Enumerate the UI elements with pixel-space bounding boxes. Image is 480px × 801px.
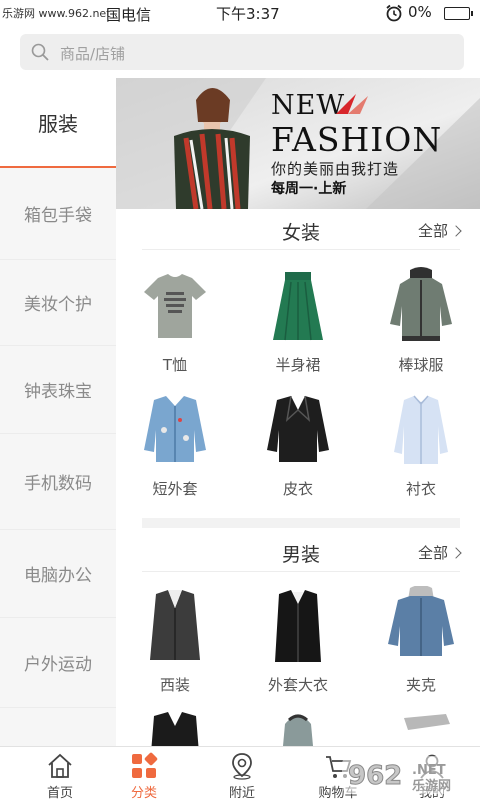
- status-bar: 乐游网 www.962.net 国电信 下午3:37 0%: [0, 0, 480, 26]
- banner-headline-fashion: FASHION: [271, 120, 443, 159]
- view-all-link[interactable]: 全部: [417, 220, 462, 241]
- category-icon: [132, 752, 158, 778]
- tab-nearby[interactable]: 附近: [194, 747, 290, 801]
- view-all-label: 全部: [417, 222, 448, 240]
- svg-text:962: 962: [348, 761, 402, 791]
- category-item-label: 棒球服: [398, 356, 444, 374]
- trousers-image: [404, 714, 450, 730]
- sidebar-item-digital[interactable]: 手机数码: [0, 434, 116, 530]
- category-item-label: 外套大衣: [267, 676, 328, 694]
- overcoat-image: [275, 590, 321, 662]
- shirt-image: [394, 395, 448, 464]
- category-item-skirt[interactable]: 半身裙: [239, 266, 357, 390]
- sidebar-item-clothing[interactable]: 服装: [0, 78, 116, 168]
- svg-text:乐游网: 乐游网: [412, 778, 451, 794]
- tab-category[interactable]: 分类: [96, 747, 192, 801]
- category-item-shirt[interactable]: 衬衣: [362, 390, 480, 514]
- tab-label: 首页: [46, 786, 73, 801]
- category-item-partial[interactable]: [116, 710, 234, 746]
- banner-tagline: 你的美丽由我打造: [271, 160, 400, 178]
- banner-accent-mark: [336, 94, 368, 114]
- section-header-womens: 女装 全部: [142, 210, 462, 250]
- category-sidebar: 服装 箱包手袋 美妆个护 钟表珠宝 手机数码 电脑办公 户外运动: [0, 78, 116, 746]
- baseball-jacket-image: [390, 267, 452, 341]
- watermark-text: 乐游网 www.962.net: [2, 7, 111, 20]
- section-title: 男装: [281, 544, 320, 566]
- sidebar-item-label: 钟表珠宝: [24, 382, 92, 402]
- category-item-short-jacket[interactable]: 短外套: [116, 390, 234, 514]
- tab-label: 分类: [130, 786, 157, 801]
- sidebar-item-label: 美妆个护: [24, 295, 92, 315]
- tab-home[interactable]: 首页: [12, 747, 108, 801]
- search-placeholder: 商品/店铺: [60, 45, 126, 63]
- sidebar-item-label: 电脑办公: [24, 566, 92, 586]
- battery-percent: 0%: [408, 3, 432, 21]
- category-item-label: T恤: [162, 356, 188, 374]
- suit-image: [150, 590, 200, 660]
- category-item-partial[interactable]: [362, 710, 480, 746]
- sidebar-item-bags[interactable]: 箱包手袋: [0, 168, 116, 260]
- category-item-jacket[interactable]: 夹克: [362, 586, 480, 710]
- search-input[interactable]: 商品/店铺: [20, 34, 464, 70]
- chevron-right-icon: [450, 547, 462, 559]
- category-content: NEW FASHION 你的美丽由我打造 每周一·上新 女装 全部 T恤 半身裙: [116, 78, 480, 746]
- promo-banner[interactable]: NEW FASHION 你的美丽由我打造 每周一·上新: [116, 78, 480, 210]
- search-icon: [31, 43, 49, 61]
- search-bar-area: 商品/店铺: [0, 26, 480, 78]
- category-item-tshirt[interactable]: T恤: [116, 266, 234, 390]
- category-item-label: 西装: [159, 676, 190, 694]
- section-divider: [142, 518, 460, 528]
- sidebar-item-label: 服装: [38, 111, 78, 136]
- view-all-link[interactable]: 全部: [417, 542, 462, 563]
- view-all-label: 全部: [417, 544, 448, 562]
- sidebar-item-computer[interactable]: 电脑办公: [0, 530, 116, 618]
- category-item-label: 夹克: [405, 676, 436, 694]
- svg-text:.NET: .NET: [412, 763, 446, 778]
- skirt-image: [273, 272, 323, 341]
- category-item-label: 衬衣: [405, 480, 436, 498]
- sidebar-item-watches[interactable]: 钟表珠宝: [0, 346, 116, 434]
- location-icon: [232, 753, 252, 780]
- category-item-baseball-jacket[interactable]: 棒球服: [362, 266, 480, 390]
- carrier-name: 国电信: [106, 6, 152, 24]
- category-item-leather-jacket[interactable]: 皮衣: [239, 390, 357, 514]
- category-item-suit[interactable]: 西装: [116, 586, 234, 710]
- leather-jacket-image: [151, 712, 199, 746]
- category-item-label: 短外套: [152, 480, 198, 498]
- battery-icon: [444, 7, 473, 20]
- sidebar-item-label: 手机数码: [24, 474, 92, 494]
- tshirt-image: [144, 274, 206, 338]
- section-title: 女装: [281, 222, 320, 244]
- hoodie-image: [283, 714, 313, 746]
- section-header-mens: 男装 全部: [142, 532, 462, 572]
- sidebar-item-beauty[interactable]: 美妆个护: [0, 260, 116, 346]
- leather-jacket-image: [267, 395, 329, 462]
- banner-subtitle: 每周一·上新: [271, 181, 347, 197]
- sidebar-item-outdoor[interactable]: 户外运动: [0, 618, 116, 708]
- denim-jacket-image: [144, 396, 206, 462]
- chevron-right-icon: [450, 225, 462, 237]
- site-watermark-logo: 962 .NET 乐游网: [342, 756, 476, 794]
- category-item-label: 半身裙: [275, 356, 321, 374]
- alarm-clock-icon: [386, 4, 402, 22]
- category-item-overcoat[interactable]: 外套大衣: [239, 586, 357, 710]
- home-icon: [48, 753, 72, 778]
- sidebar-item-label: 户外运动: [24, 655, 92, 675]
- hooded-denim-jacket-image: [388, 586, 454, 656]
- category-item-label: 皮衣: [282, 480, 313, 498]
- tab-label: 附近: [228, 786, 255, 801]
- category-item-partial[interactable]: [239, 710, 357, 746]
- sidebar-item-label: 箱包手袋: [24, 206, 92, 226]
- status-time: 下午3:37: [216, 5, 280, 23]
